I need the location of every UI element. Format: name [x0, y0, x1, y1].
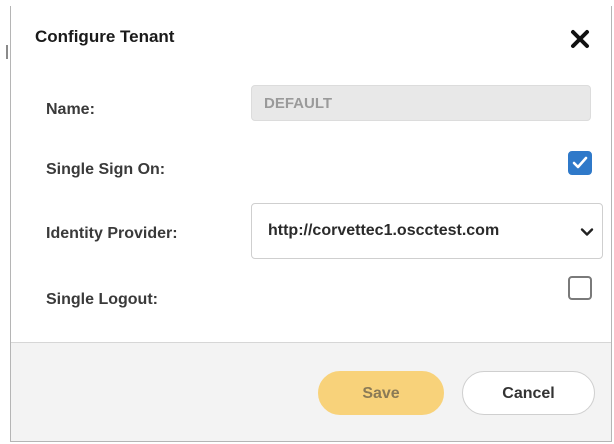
configure-tenant-dialog: Configure Tenant Name: DEFAULT Single Si…: [10, 6, 612, 442]
save-button[interactable]: Save: [318, 371, 444, 415]
identity-provider-selected-value: http://corvettec1.oscctest.com: [268, 222, 500, 239]
dialog-title: Configure Tenant: [35, 27, 175, 46]
identity-provider-select[interactable]: http://corvettec1.oscctest.com: [251, 203, 603, 259]
name-label: Name:: [46, 101, 95, 118]
dialog-body: Name: DEFAULT Single Sign On: Identity P…: [11, 70, 611, 343]
single-logout-label: Single Logout:: [46, 291, 158, 308]
single-logout-checkbox[interactable]: [568, 276, 592, 300]
checkmark-icon: [572, 156, 588, 169]
identity-provider-label: Identity Provider:: [46, 225, 178, 242]
single-sign-on-checkbox[interactable]: [568, 151, 592, 175]
dialog-header: Configure Tenant: [11, 6, 611, 70]
background-edge-mark: [6, 45, 8, 59]
dialog-footer: Save Cancel: [11, 343, 611, 441]
page: Configure Tenant Name: DEFAULT Single Si…: [0, 0, 614, 444]
name-field: DEFAULT: [251, 85, 591, 121]
single-sign-on-label: Single Sign On:: [46, 161, 166, 178]
close-icon[interactable]: [569, 28, 591, 50]
chevron-down-icon: [580, 228, 594, 236]
cancel-button[interactable]: Cancel: [462, 371, 595, 415]
